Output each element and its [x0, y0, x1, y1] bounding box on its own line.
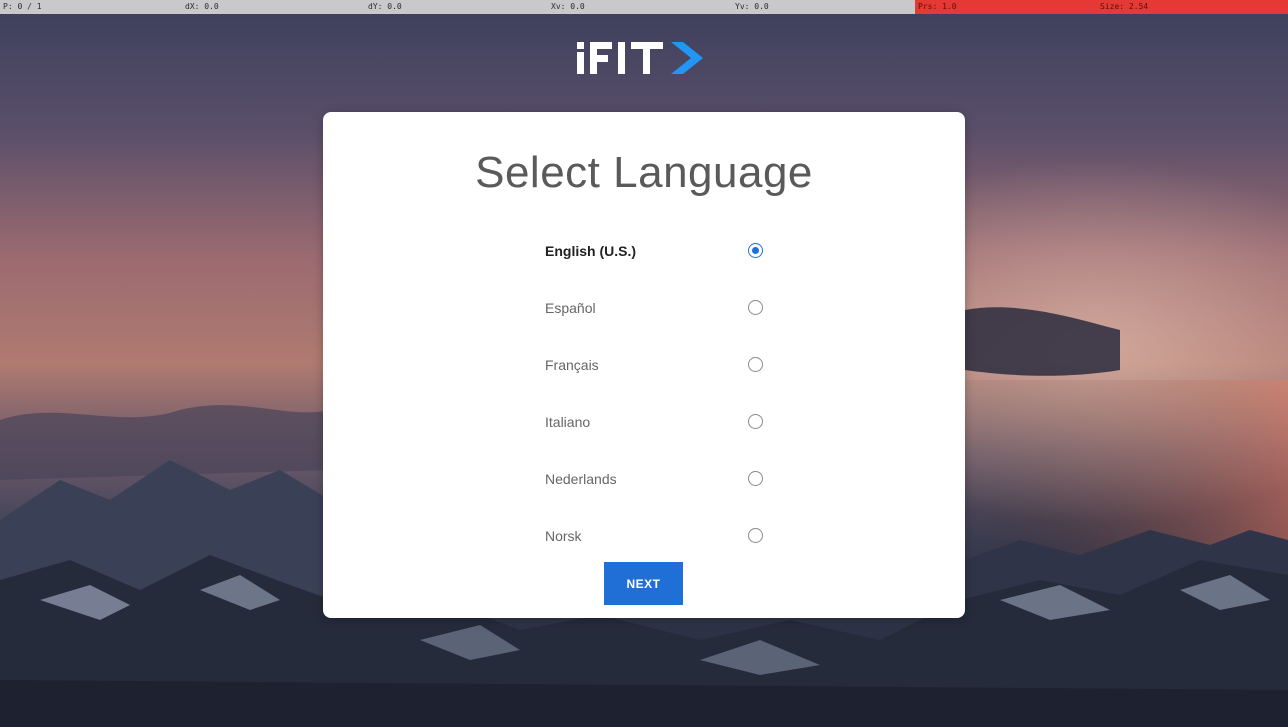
next-button[interactable]: NEXT [604, 562, 683, 605]
radio-button[interactable] [748, 471, 763, 486]
language-label: English (U.S.) [545, 243, 636, 259]
radio-button[interactable] [748, 357, 763, 372]
language-option-espanol[interactable]: Español [523, 289, 783, 329]
debug-overlay-bar: P: 0 / 1 dX: 0.0 dY: 0.0 Xv: 0.0 Yv: 0.0… [0, 0, 1288, 14]
ifit-logo [577, 42, 703, 74]
debug-pressure: Prs: 1.0 [918, 2, 957, 11]
language-option-norsk[interactable]: Norsk [523, 517, 783, 557]
language-label: Nederlands [545, 471, 617, 487]
debug-dx: dX: 0.0 [185, 2, 219, 11]
language-option-francais[interactable]: Français [523, 346, 783, 386]
language-option-italiano[interactable]: Italiano [523, 403, 783, 443]
debug-dy: dY: 0.0 [368, 2, 402, 11]
radio-dot [751, 246, 759, 254]
radio-button-selected[interactable] [748, 243, 763, 258]
debug-pointer-count: P: 0 / 1 [3, 2, 42, 11]
language-option-nederlands[interactable]: Nederlands [523, 460, 783, 500]
page-title: Select Language [475, 148, 813, 197]
debug-size: Size: 2.54 [1100, 2, 1149, 11]
language-option-english[interactable]: English (U.S.) [523, 232, 783, 272]
debug-yv: Yv: 0.0 [735, 2, 769, 11]
language-label: Norsk [545, 528, 582, 544]
radio-button[interactable] [748, 528, 763, 543]
language-card: Select Language English (U.S.) Español F… [323, 112, 965, 618]
debug-xv: Xv: 0.0 [551, 2, 585, 11]
language-label: Français [545, 357, 599, 373]
debug-pressure-highlight: Prs: 1.0 Size: 2.54 [915, 0, 1288, 14]
radio-button[interactable] [748, 300, 763, 315]
radio-button[interactable] [748, 414, 763, 429]
language-label: Español [545, 300, 596, 316]
language-label: Italiano [545, 414, 591, 430]
